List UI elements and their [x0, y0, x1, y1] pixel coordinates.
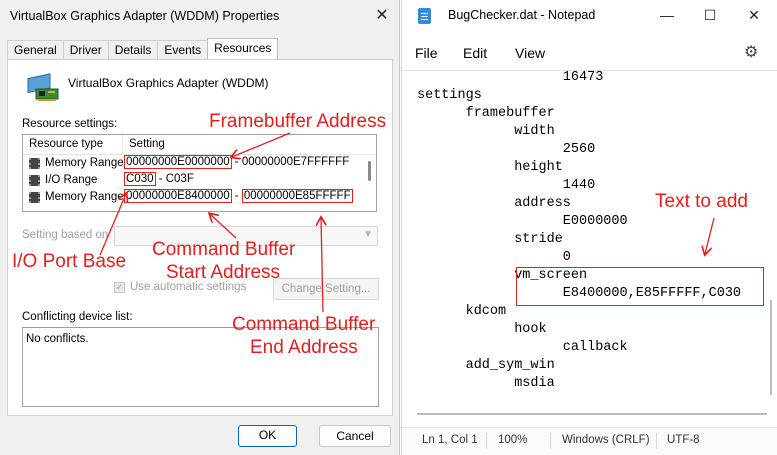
vertical-scrollbar[interactable] — [770, 300, 772, 395]
annotation-io-port-base: I/O Port Base — [12, 251, 127, 272]
text-line: height — [514, 160, 563, 175]
highlight-box — [516, 267, 764, 306]
chevron-down-icon: ▼ — [363, 229, 373, 240]
gear-icon[interactable]: ⚙ — [744, 42, 758, 62]
properties-dialog: VirtualBox Graphics Adapter (WDDM) Prope… — [0, 0, 400, 455]
row-setting: 00000000E0000000 - 00000000E7FFFFFF — [124, 155, 350, 169]
status-line-ending: Windows (CRLF) — [562, 434, 650, 446]
menu-edit[interactable]: Edit — [463, 45, 487, 61]
table-row[interactable]: Memory Range 00000000E8400000 - 00000000… — [23, 189, 363, 206]
device-name: VirtualBox Graphics Adapter (WDDM) — [68, 76, 269, 90]
tab-bar: General Driver Details Events Resources — [7, 38, 279, 60]
chip-icon — [29, 175, 40, 186]
menu-file[interactable]: File — [415, 45, 438, 61]
scrollbar-thumb[interactable] — [368, 161, 371, 181]
horizontal-scrollbar[interactable] — [417, 413, 767, 415]
conflicting-label: Conflicting device list: — [22, 311, 133, 323]
framebuffer-end-value: 00000000E7FFFFFF — [241, 156, 350, 168]
range-separator: - — [231, 190, 242, 202]
table-header: Resource type Setting — [23, 135, 376, 155]
text-editor[interactable]: 16473 settings framebuffer width 2560 height 1… — [417, 66, 764, 406]
text-line: E0000000 — [562, 214, 628, 229]
cmdbuf-start-value: 00000000E8400000 — [124, 189, 232, 203]
annotation-cmd-start-line2: Start Address — [166, 262, 281, 283]
range-separator: - — [231, 156, 242, 168]
row-type: Memory Range — [45, 191, 124, 203]
status-bar: Ln 1, Col 1 100% Windows (CRLF) UTF-8 — [402, 427, 777, 455]
text-line: 16473 — [562, 70, 604, 85]
notepad-title: BugChecker.dat - Notepad — [448, 8, 596, 22]
range-separator: - — [155, 173, 166, 185]
tab-resources[interactable]: Resources — [207, 38, 279, 59]
minimize-icon[interactable]: — — [654, 4, 680, 26]
maximize-icon[interactable]: ☐ — [697, 4, 723, 26]
use-automatic-checkbox[interactable]: ✓ — [114, 282, 125, 293]
status-position: Ln 1, Col 1 — [422, 434, 478, 446]
text-line: address — [514, 196, 571, 211]
text-line: 2560 — [562, 142, 596, 157]
text-line: callback — [562, 340, 628, 355]
header-divider — [122, 135, 123, 155]
resource-settings-label: Resource settings: — [22, 118, 118, 130]
monitor-card-icon — [27, 73, 59, 101]
text-line: settings — [417, 88, 482, 103]
change-setting-button[interactable]: Change Setting... — [273, 278, 379, 300]
notepad-icon — [418, 8, 431, 24]
cmdbuf-end-value: 00000000E85FFFFF — [241, 189, 353, 203]
text-line: msdia — [514, 376, 555, 391]
text-line: stride — [514, 232, 563, 247]
resource-table[interactable]: Resource type Setting Memory Range 00000… — [22, 134, 377, 212]
table-row[interactable]: I/O Range C030 - C03F — [23, 172, 363, 189]
notepad-window: BugChecker.dat - Notepad — ☐ ✕ File Edit… — [401, 0, 777, 455]
menu-view[interactable]: View — [515, 45, 545, 61]
column-setting[interactable]: Setting — [129, 138, 165, 150]
status-zoom: 100% — [498, 434, 528, 446]
table-row[interactable]: Memory Range 00000000E0000000 - 00000000… — [23, 155, 363, 172]
row-type: I/O Range — [45, 174, 98, 186]
tab-general[interactable]: General — [7, 40, 64, 59]
io-end-value: C03F — [165, 173, 194, 185]
text-line: 1440 — [562, 178, 596, 193]
status-divider — [486, 433, 487, 449]
text-line: hook — [514, 322, 547, 337]
annotation-cmd-end-line2: End Address — [250, 337, 358, 358]
tab-details[interactable]: Details — [107, 40, 159, 59]
framebuffer-start-value: 00000000E0000000 — [124, 155, 232, 169]
cancel-button[interactable]: Cancel — [319, 425, 391, 447]
tab-events[interactable]: Events — [157, 40, 209, 59]
chip-icon — [29, 158, 40, 169]
status-divider — [656, 433, 657, 449]
close-icon[interactable]: ✕ — [741, 4, 767, 26]
status-encoding: UTF-8 — [667, 434, 700, 446]
close-icon[interactable]: ✕ — [366, 2, 398, 28]
text-line: kdcom — [465, 304, 507, 319]
table-scrollbar[interactable] — [362, 155, 376, 211]
conflicting-text: No conflicts. — [26, 333, 89, 345]
dialog-title: VirtualBox Graphics Adapter (WDDM) Prope… — [10, 9, 280, 23]
io-start-value: C030 — [124, 172, 156, 186]
text-line: framebuffer — [465, 106, 555, 121]
text-line: width — [514, 124, 555, 139]
annotation-framebuffer: Framebuffer Address — [209, 111, 387, 132]
tab-driver[interactable]: Driver — [62, 40, 109, 59]
setting-based-on-label: Setting based on: — [22, 229, 112, 241]
column-resource-type[interactable]: Resource type — [29, 138, 103, 150]
row-type: Memory Range — [45, 157, 124, 169]
row-setting: 00000000E8400000 - 00000000E85FFFFF — [124, 189, 353, 203]
annotation-cmd-end-line1: Command Buffer — [232, 314, 376, 335]
status-divider — [550, 433, 551, 449]
annotation-text-to-add: Text to add — [655, 191, 748, 212]
text-line: 0 — [562, 250, 571, 265]
ok-button[interactable]: OK — [238, 425, 297, 447]
chip-icon — [29, 192, 40, 203]
text-line: add_sym_win — [465, 358, 555, 373]
annotation-cmd-start-line1: Command Buffer — [152, 239, 296, 260]
row-setting: C030 - C03F — [124, 172, 194, 186]
